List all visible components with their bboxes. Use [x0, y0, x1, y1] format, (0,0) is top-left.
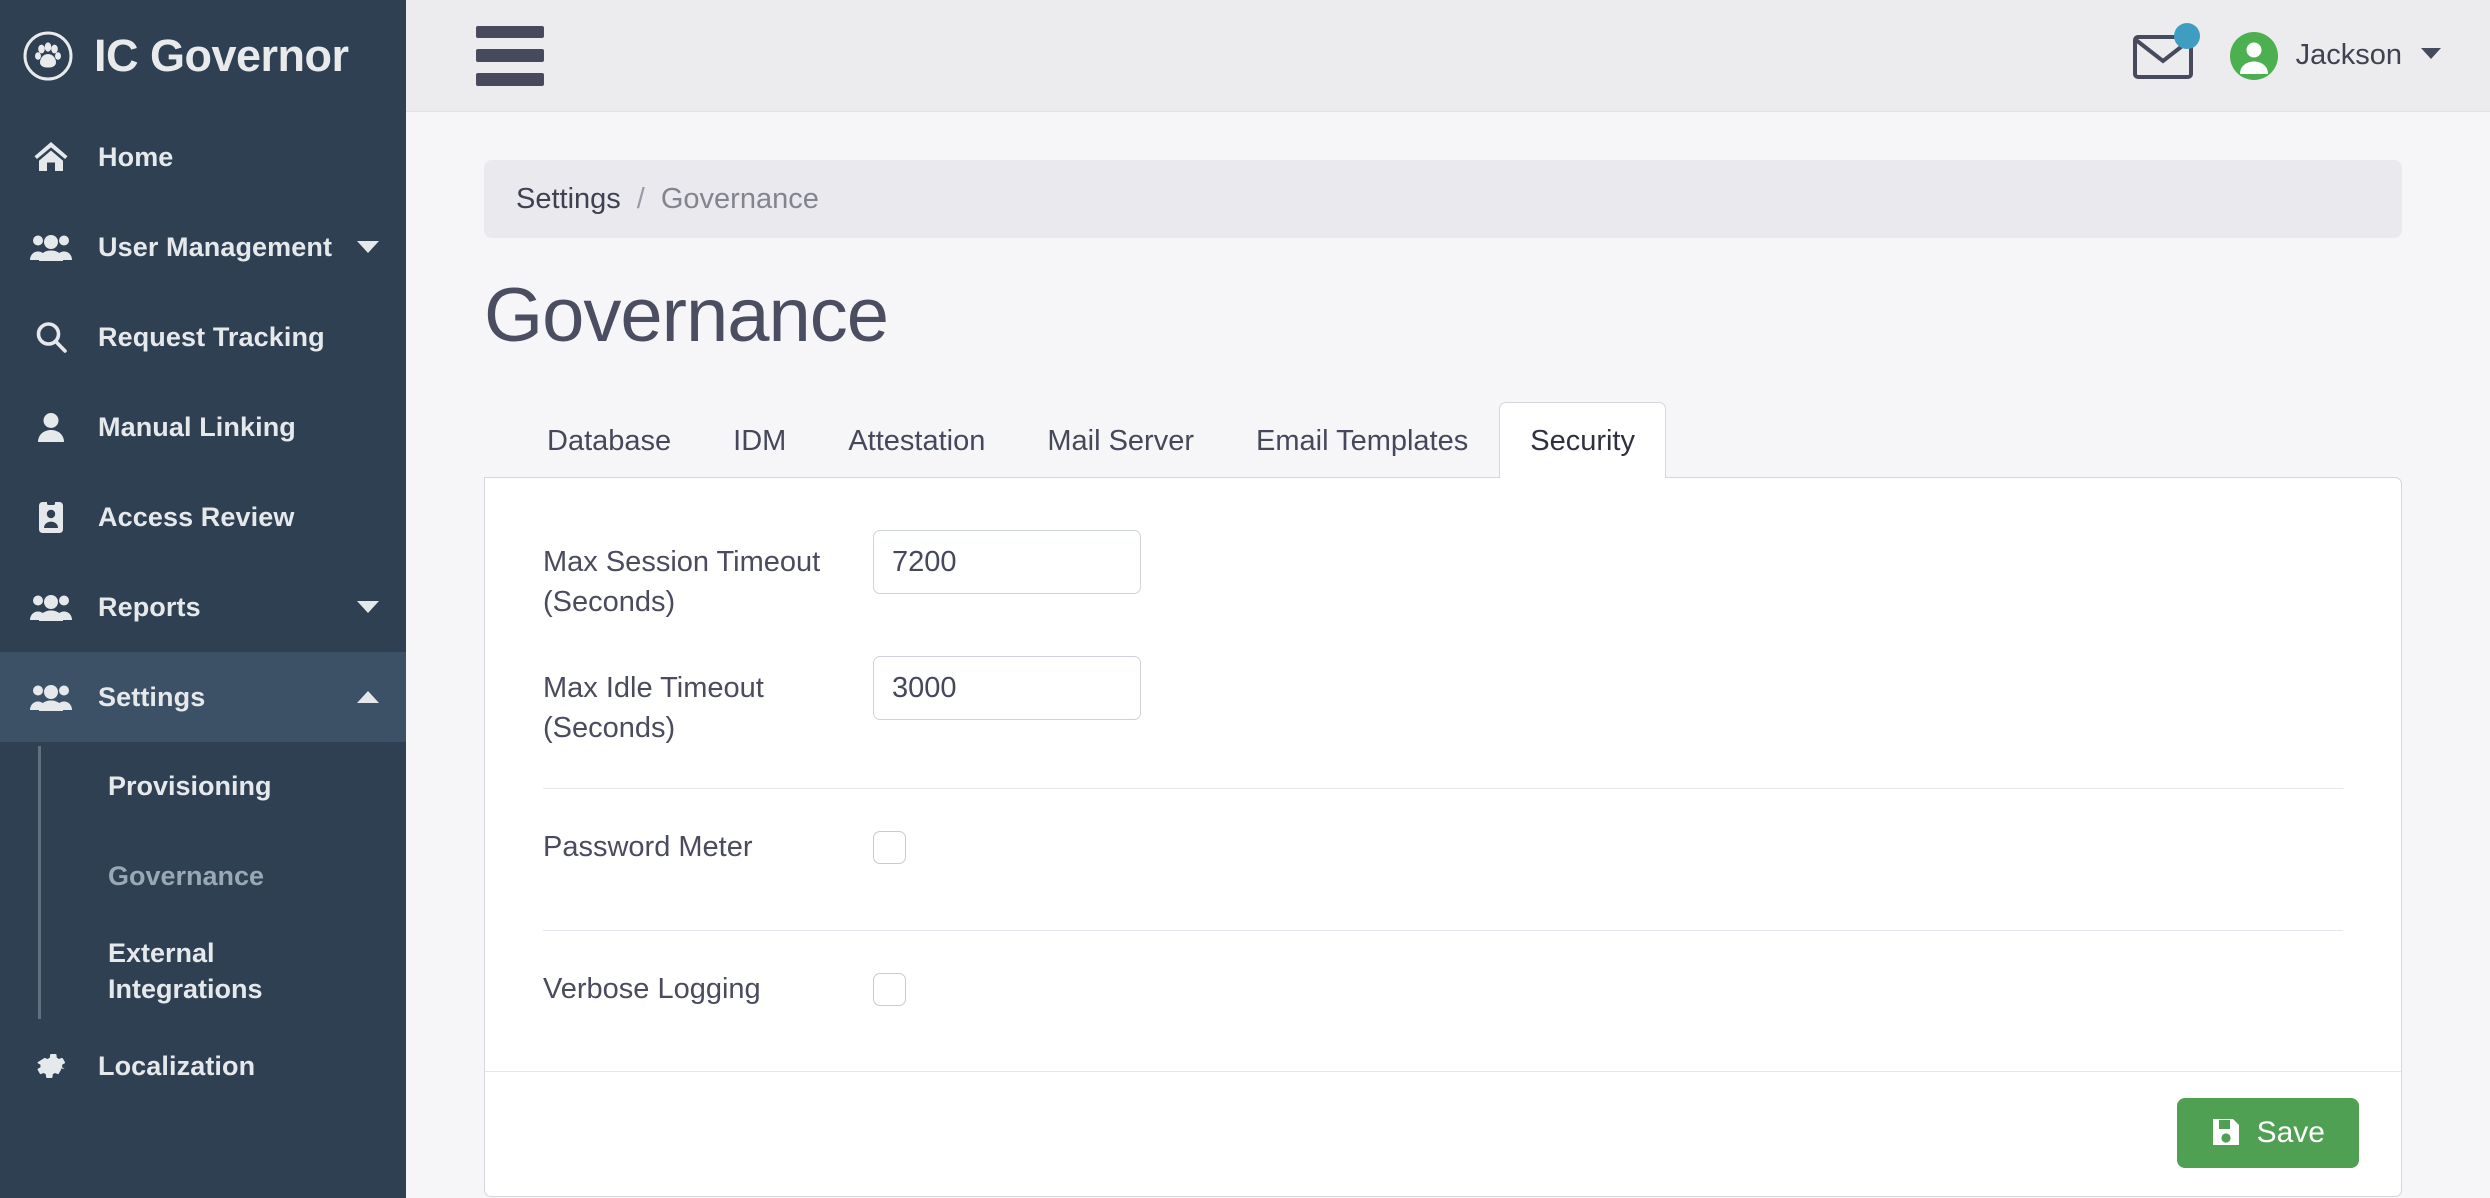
topbar: Jackson — [406, 0, 2490, 112]
password-meter-label: Password Meter — [543, 831, 753, 864]
sidebar-item-manual-linking[interactable]: Manual Linking — [0, 382, 406, 472]
chevron-up-icon[interactable] — [356, 690, 380, 704]
sidebar-item-localization[interactable]: Localization — [0, 1021, 406, 1111]
gear-icon — [28, 1047, 74, 1085]
sidebar-item-label: Localization — [98, 1050, 256, 1081]
tab-bar: Database IDM Attestation Mail Server Ema… — [484, 401, 2402, 478]
brand[interactable]: IC Governor — [0, 0, 406, 112]
main-region: Jackson Settings / Governance Governance… — [406, 0, 2490, 1198]
breadcrumb-separator: / — [636, 182, 645, 215]
sidebar-item-user-management[interactable]: User Management — [0, 202, 406, 292]
verbose-logging-label: Verbose Logging — [543, 973, 761, 1006]
sidebar-subitem-provisioning[interactable]: Provisioning — [38, 742, 406, 832]
page-content: Settings / Governance Governance Databas… — [406, 112, 2490, 1198]
sidebar-subitem-label: Provisioning — [108, 771, 272, 802]
user-avatar-icon — [2229, 31, 2278, 80]
brand-title: IC Governor — [94, 30, 349, 81]
settings-submenu: Provisioning Governance External Integra… — [0, 742, 406, 1021]
sidebar-item-home[interactable]: Home — [0, 112, 406, 202]
field-row-max-idle-timeout: Max Idle Timeout (Seconds) — [543, 640, 2343, 766]
users-icon — [28, 678, 74, 716]
chevron-down-icon[interactable] — [2420, 47, 2442, 65]
sidebar-subitem-label: External Integrations — [108, 938, 263, 1004]
password-meter-checkbox[interactable] — [873, 831, 906, 865]
hamburger-icon[interactable] — [476, 25, 546, 86]
user-icon — [28, 408, 74, 446]
sidebar-item-label: Settings — [98, 681, 206, 712]
sidebar-item-label: Access Review — [98, 501, 295, 532]
tab-idm[interactable]: IDM — [702, 402, 817, 478]
chevron-down-icon[interactable] — [356, 600, 380, 614]
topbar-actions: Jackson — [2132, 22, 2450, 81]
max-idle-timeout-label: Max Idle Timeout (Seconds) — [543, 672, 764, 745]
save-button[interactable]: Save — [2176, 1098, 2359, 1168]
mail-badge-dot — [2173, 22, 2200, 49]
toggle-row-password-meter: Password Meter — [543, 789, 2343, 908]
breadcrumb-root[interactable]: Settings — [516, 183, 621, 216]
app-root: IC Governor Home User Management Request… — [0, 0, 2490, 1198]
sidebar-subitem-label: Governance — [108, 861, 265, 892]
sidebar-item-settings[interactable]: Settings — [0, 652, 406, 742]
sidebar-item-label: Reports — [98, 591, 201, 622]
tab-database[interactable]: Database — [516, 402, 702, 478]
breadcrumb-current: Governance — [660, 182, 819, 215]
envelope-icon[interactable] — [2132, 22, 2200, 81]
sidebar-item-access-review[interactable]: Access Review — [0, 472, 406, 562]
tab-security[interactable]: Security — [1499, 402, 1666, 478]
users-icon — [28, 588, 74, 626]
sidebar-subitem-governance[interactable]: Governance — [38, 832, 406, 922]
toggle-row-verbose-logging: Verbose Logging — [543, 931, 2343, 1050]
user-menu[interactable]: Jackson — [2229, 31, 2450, 80]
id-badge-icon — [28, 498, 74, 536]
tab-email-templates[interactable]: Email Templates — [1225, 402, 1499, 478]
sidebar-item-label: Manual Linking — [98, 411, 296, 442]
page-title: Governance — [484, 273, 889, 358]
sidebar: IC Governor Home User Management Request… — [0, 0, 406, 1198]
max-session-timeout-input[interactable] — [873, 530, 1141, 594]
security-settings-card: Max Session Timeout (Seconds) Max Idle T… — [484, 477, 2402, 1197]
chevron-down-icon[interactable] — [356, 240, 380, 254]
tab-mail-server[interactable]: Mail Server — [1016, 402, 1225, 478]
breadcrumb: Settings / Governance — [484, 160, 2402, 238]
users-icon — [28, 228, 74, 266]
floppy-save-icon — [2211, 1117, 2241, 1150]
paw-circle-icon — [22, 30, 74, 82]
sidebar-item-label: User Management — [98, 231, 333, 262]
sidebar-subitem-external-integrations[interactable]: External Integrations — [38, 922, 406, 1021]
sidebar-nav: Home User Management Request Tracking Ma… — [0, 112, 406, 1198]
form-area: Max Session Timeout (Seconds) Max Idle T… — [485, 478, 2401, 1050]
verbose-logging-checkbox[interactable] — [873, 973, 906, 1007]
max-session-timeout-label: Max Session Timeout (Seconds) — [543, 546, 821, 619]
sidebar-item-reports[interactable]: Reports — [0, 562, 406, 652]
sidebar-item-label: Request Tracking — [98, 321, 325, 352]
home-icon — [28, 138, 74, 176]
field-row-max-session-timeout: Max Session Timeout (Seconds) — [543, 514, 2343, 640]
tab-attestation[interactable]: Attestation — [817, 402, 1016, 478]
max-idle-timeout-input[interactable] — [873, 656, 1141, 721]
save-button-label: Save — [2256, 1116, 2325, 1149]
card-footer: Save — [485, 1071, 2401, 1196]
sidebar-item-label: Home — [98, 141, 174, 172]
user-name-label: Jackson — [2295, 39, 2402, 71]
sidebar-item-request-tracking[interactable]: Request Tracking — [0, 292, 406, 382]
search-icon — [28, 318, 74, 356]
